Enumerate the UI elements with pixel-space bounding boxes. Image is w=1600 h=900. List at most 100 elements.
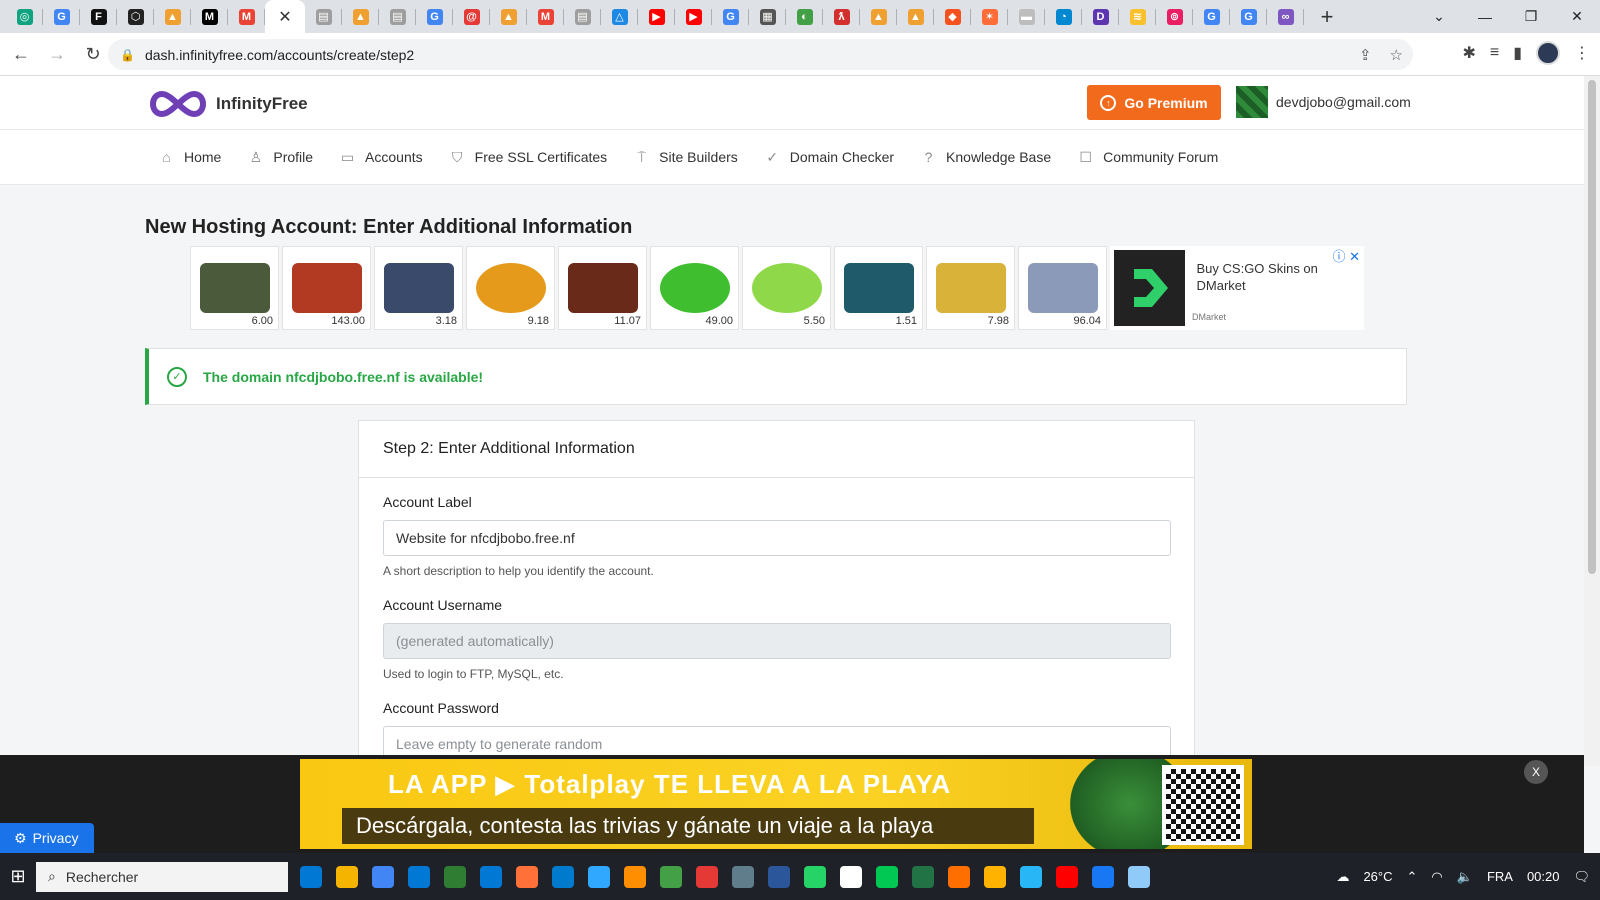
taskbar-app-icon[interactable]	[1128, 865, 1150, 888]
browser-tab[interactable]: ◎	[6, 0, 43, 33]
browser-tab[interactable]: M	[191, 0, 228, 33]
account-username-input[interactable]	[383, 623, 1171, 659]
browser-tab[interactable]: ⬡	[117, 0, 154, 33]
taskbar-app-icon[interactable]	[660, 865, 682, 888]
browser-tab[interactable]: ▬	[1008, 0, 1045, 33]
browser-tab[interactable]: G	[1193, 0, 1230, 33]
taskbar-app-icon[interactable]	[444, 865, 466, 888]
taskbar-app-icon[interactable]	[948, 865, 970, 888]
browser-tab[interactable]: @	[453, 0, 490, 33]
browser-tab[interactable]: ▶	[638, 0, 675, 33]
browser-tab[interactable]: ∞	[1267, 0, 1304, 33]
taskbar-app-icon[interactable]	[516, 865, 538, 888]
skin-item[interactable]: 49.00	[650, 246, 739, 330]
taskbar-app-icon[interactable]	[732, 865, 754, 888]
temperature[interactable]: 26°C	[1363, 869, 1392, 884]
page-scrollbar[interactable]	[1584, 76, 1600, 766]
nav-item-home[interactable]: ⌂ Home	[158, 149, 221, 166]
bookmark-star-icon[interactable]: ☆	[1390, 46, 1403, 64]
taskbar-app-icon[interactable]	[804, 865, 826, 888]
scrollbar-thumb[interactable]	[1588, 80, 1596, 574]
nav-item-free-ssl-certificates[interactable]: ⛉ Free SSL Certificates	[449, 149, 607, 166]
tab-search-icon[interactable]: ⌄	[1416, 0, 1462, 33]
forward-icon[interactable]: →	[42, 39, 72, 69]
new-tab-button[interactable]: +	[1310, 0, 1344, 33]
browser-tab[interactable]: ƛ	[823, 0, 860, 33]
skin-item[interactable]: 11.07	[558, 246, 647, 330]
extensions-icon[interactable]: ✱	[1462, 43, 1475, 63]
tray-chevron-icon[interactable]: ⌃	[1407, 869, 1418, 885]
taskbar-app-icon[interactable]	[1020, 865, 1042, 888]
taskbar-app-icon[interactable]	[300, 865, 322, 888]
skin-item[interactable]: 6.00	[190, 246, 279, 330]
browser-tab[interactable]: ≋	[1119, 0, 1156, 33]
taskbar-app-icon[interactable]	[840, 865, 862, 888]
browser-tab[interactable]: G	[712, 0, 749, 33]
taskbar-app-icon[interactable]	[480, 865, 502, 888]
browser-tab[interactable]: M	[228, 0, 265, 33]
taskbar-app-icon[interactable]	[408, 865, 430, 888]
browser-tab[interactable]: G	[1230, 0, 1267, 33]
infinityfree-logo[interactable]: InfinityFree	[146, 88, 308, 120]
close-window-icon[interactable]: ✕	[1554, 0, 1600, 33]
browser-tab[interactable]: ✕	[265, 0, 305, 33]
browser-tab[interactable]: ▲	[490, 0, 527, 33]
skin-item[interactable]: 5.50	[742, 246, 831, 330]
account-label-input[interactable]	[383, 520, 1171, 556]
browser-tab[interactable]: △	[601, 0, 638, 33]
skin-item[interactable]: 143.00	[282, 246, 371, 330]
browser-tab[interactable]: ▶	[675, 0, 712, 33]
skin-item[interactable]: 3.18	[374, 246, 463, 330]
close-tab-icon[interactable]: ✕	[278, 7, 291, 27]
skin-item[interactable]: 1.51	[834, 246, 923, 330]
taskbar-app-icon[interactable]	[588, 865, 610, 888]
browser-tab[interactable]: G	[43, 0, 80, 33]
taskbar-app-icon[interactable]	[336, 865, 358, 888]
browser-tab[interactable]: G	[416, 0, 453, 33]
nav-item-knowledge-base[interactable]: ? Knowledge Base	[920, 149, 1051, 166]
language-indicator[interactable]: FRA	[1487, 869, 1513, 884]
browser-tab[interactable]: ⊚	[1156, 0, 1193, 33]
windows-start-icon[interactable]: ⊞	[0, 853, 36, 900]
browser-tab[interactable]: ◔	[1045, 0, 1082, 33]
browser-tab[interactable]: ▦	[749, 0, 786, 33]
browser-tab[interactable]: D	[1082, 0, 1119, 33]
reading-list-icon[interactable]: ≡	[1490, 44, 1499, 62]
taskbar-app-icon[interactable]	[1092, 865, 1114, 888]
taskbar-app-icon[interactable]	[696, 865, 718, 888]
browser-tab[interactable]: ▲	[342, 0, 379, 33]
browser-tab[interactable]: ▲	[897, 0, 934, 33]
taskbar-app-icon[interactable]	[372, 865, 394, 888]
user-menu[interactable]: devdjobo@gmail.com	[1236, 86, 1411, 118]
nav-item-accounts[interactable]: ▭ Accounts	[339, 149, 423, 166]
skin-item[interactable]: 7.98	[926, 246, 1015, 330]
share-icon[interactable]: ⇪	[1359, 46, 1372, 64]
dmarket-ad-card[interactable]: Buy CS:GO Skins on DMarket DMarket ⓘ ✕	[1110, 246, 1364, 330]
taskbar-app-icon[interactable]	[984, 865, 1006, 888]
taskbar-app-icon[interactable]	[1056, 865, 1078, 888]
menu-dots-icon[interactable]: ⋮	[1574, 43, 1590, 63]
browser-tab[interactable]: ▤	[564, 0, 601, 33]
browser-tab[interactable]: ◆	[934, 0, 971, 33]
weather-icon[interactable]: ☁	[1336, 869, 1349, 885]
browser-tab[interactable]: ▲	[860, 0, 897, 33]
skin-item[interactable]: 9.18	[466, 246, 555, 330]
back-icon[interactable]: ←	[6, 39, 36, 69]
go-premium-button[interactable]: ↑ Go Premium	[1087, 85, 1221, 120]
adchoices-icon[interactable]: ⓘ ✕	[1332, 246, 1360, 265]
side-panel-icon[interactable]: ▮	[1513, 43, 1522, 63]
ad-close-button[interactable]: X	[1524, 760, 1548, 784]
restore-icon[interactable]: ❐	[1508, 0, 1554, 33]
minimize-icon[interactable]: —	[1462, 0, 1508, 33]
taskbar-app-icon[interactable]	[552, 865, 574, 888]
taskbar-search[interactable]: ⌕ Rechercher	[36, 861, 288, 892]
browser-tab[interactable]: ◐	[786, 0, 823, 33]
taskbar-app-icon[interactable]	[624, 865, 646, 888]
totalplay-ad-banner[interactable]: LA APP ▶ Totalplay TE LLEVA A LA PLAYA D…	[300, 759, 1252, 849]
nav-item-site-builders[interactable]: ⍑ Site Builders	[633, 149, 737, 166]
taskbar-app-icon[interactable]	[876, 865, 898, 888]
taskbar-app-icon[interactable]	[912, 865, 934, 888]
clock[interactable]: 00:20	[1527, 869, 1560, 884]
notifications-icon[interactable]: 🗨	[1573, 869, 1590, 885]
nav-item-community-forum[interactable]: ☐ Community Forum	[1077, 149, 1218, 166]
